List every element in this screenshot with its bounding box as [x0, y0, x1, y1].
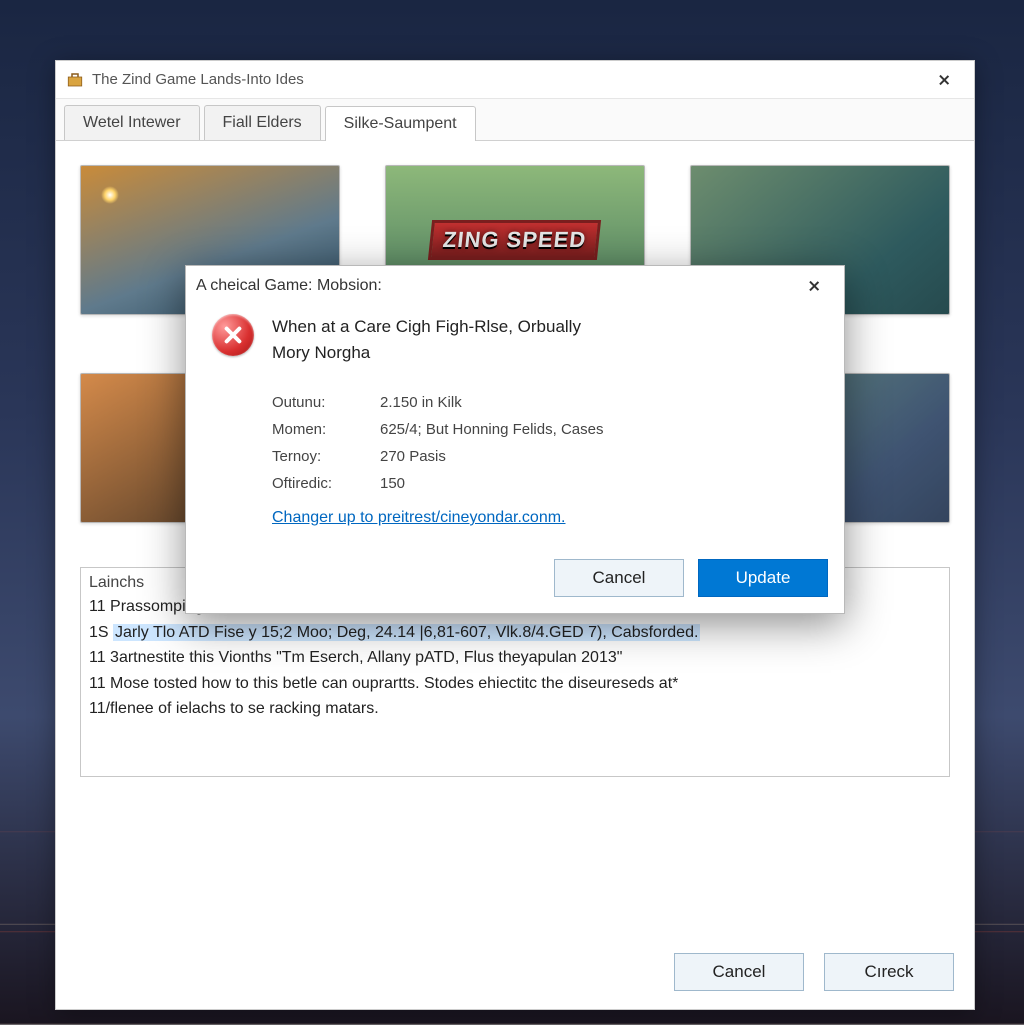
main-close-button[interactable]	[922, 65, 966, 95]
dialog-titlebar: A cheical Game: Mobsion:	[186, 266, 844, 306]
detail-key: Oftiredic:	[272, 470, 362, 497]
main-check-button[interactable]: Cıreck	[824, 953, 954, 991]
dialog-title: A cheical Game: Mobsion:	[196, 277, 792, 295]
dialog-footer: Cancel Update	[186, 545, 844, 613]
dialog-message: When at a Care Cigh Figh-Rlse, Orbually …	[272, 314, 581, 365]
log-line: 11/flenee of ielachs to se racking matar…	[89, 696, 941, 722]
main-window-title: The Zind Game Lands-Into Ides	[92, 71, 922, 88]
detail-row: Momen: 625/4; But Honning Felids, Cases	[272, 416, 818, 443]
detail-value: 2.150 in Kilk	[380, 389, 462, 416]
detail-row: Outunu: 2.150 in Kilk	[272, 389, 818, 416]
dialog-message-line2: Mory Norgha	[272, 340, 581, 366]
error-icon	[212, 314, 254, 356]
log-line: 11 3artnestite this Vionths "Tm Eserch, …	[89, 645, 941, 671]
tab-silke[interactable]: Silke-Saumpent	[325, 106, 476, 141]
dialog-cancel-button[interactable]: Cancel	[554, 559, 684, 597]
detail-value: 150	[380, 470, 405, 497]
detail-row: Ternoy: 270 Pasis	[272, 443, 818, 470]
dialog-details: Outunu: 2.150 in Kilk Momen: 625/4; But Hon…	[272, 389, 818, 497]
app-icon	[66, 71, 84, 89]
main-cancel-button[interactable]: Cancel	[674, 953, 804, 991]
tab-bar: Wetel Intewer Fiall Elders Silke-Saumpen…	[56, 99, 974, 141]
zing-speed-logo: ZING SPEED	[428, 220, 601, 260]
dialog-update-button[interactable]: Update	[698, 559, 828, 597]
detail-row: Oftiredic: 150	[272, 470, 818, 497]
detail-value: 270 Pasis	[380, 443, 446, 470]
dialog-close-button[interactable]	[792, 271, 836, 301]
log-line: 1S Jarly Tlo ATD Fise y 15;2 Moo; Deg, 2…	[89, 620, 941, 646]
dialog-body: When at a Care Cigh Figh-Rlse, Orbually …	[186, 306, 844, 545]
dialog-message-line1: When at a Care Cigh Figh-Rlse, Orbually	[272, 314, 581, 340]
tab-wetel[interactable]: Wetel Intewer	[64, 105, 200, 140]
main-titlebar: The Zind Game Lands-Into Ides	[56, 61, 974, 99]
close-icon	[808, 280, 820, 292]
close-icon	[938, 74, 950, 86]
detail-key: Outunu:	[272, 389, 362, 416]
detail-key: Ternoy:	[272, 443, 362, 470]
detail-key: Momen:	[272, 416, 362, 443]
tab-fiall[interactable]: Fiall Elders	[204, 105, 321, 140]
error-dialog: A cheical Game: Mobsion: When at a Care …	[185, 265, 845, 614]
dialog-link[interactable]: Changer up to preitrest/cineyondar.conm.	[272, 509, 566, 527]
log-line: 11 Mose tosted how to this betle can oup…	[89, 671, 941, 697]
detail-value: 625/4; But Honning Felids, Cases	[380, 416, 603, 443]
main-footer: Cancel Cıreck	[56, 935, 974, 1009]
log-highlight: Jarly Tlo ATD Fise y 15;2 Moo; Deg, 24.1…	[113, 624, 700, 641]
